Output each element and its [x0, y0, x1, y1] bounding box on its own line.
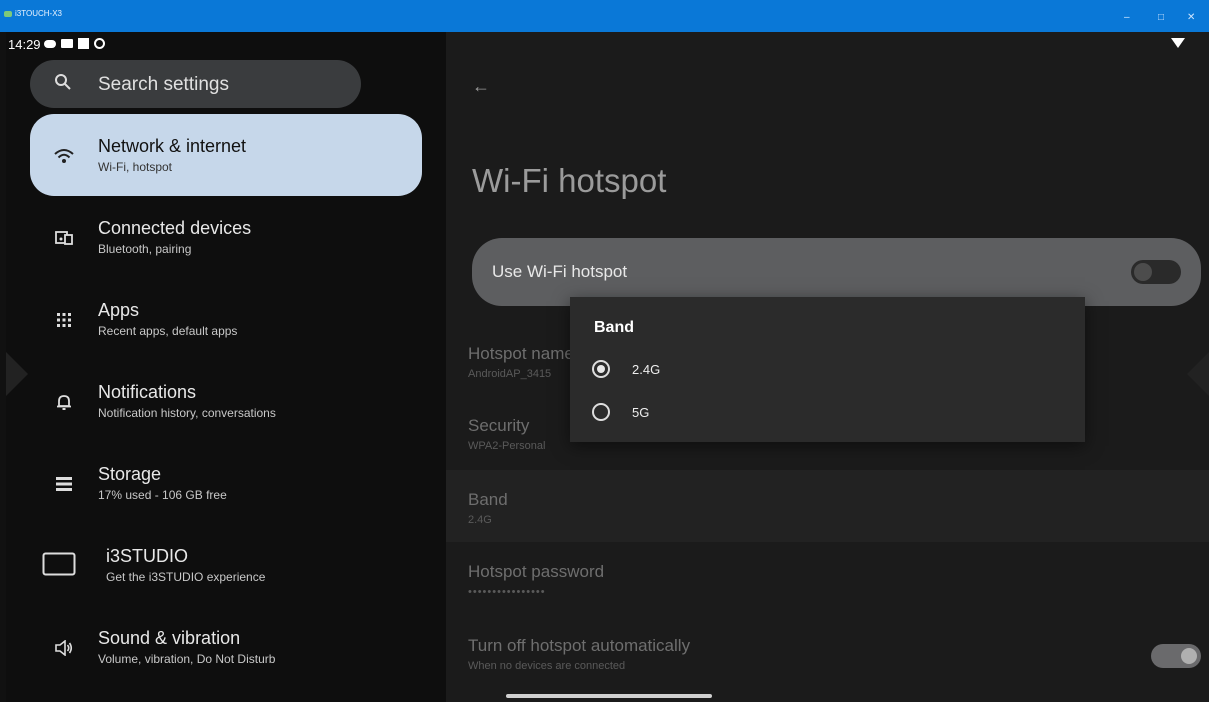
sidebar-item-subtitle: Wi-Fi, hotspot: [98, 160, 173, 174]
sidebar-item-network[interactable]: Network & internet Wi-Fi, hotspot: [30, 114, 422, 196]
right-edge-handle[interactable]: [1187, 352, 1209, 396]
radio-selected-icon[interactable]: [592, 360, 610, 378]
hotspot-password-title: Hotspot password: [468, 562, 605, 581]
search-bar[interactable]: Search settings: [30, 60, 361, 108]
page-title: Wi-Fi hotspot: [472, 162, 667, 199]
sidebar-item-subtitle: Bluetooth, pairing: [98, 242, 192, 256]
band-value: 2.4G: [468, 514, 492, 526]
devices-icon: [52, 226, 76, 250]
apps-grid-icon: [52, 308, 76, 332]
sidebar-item-subtitle: 17% used - 106 GB free: [98, 488, 227, 502]
band-option-2-4g[interactable]: 2.4G: [592, 360, 660, 378]
speaker-icon: [52, 636, 76, 660]
hotspot-password-value: ••••••••••••••••: [468, 586, 546, 598]
dvr-icon: [61, 39, 73, 48]
sidebar-item-title: Storage: [98, 464, 162, 484]
use-hotspot-label: Use Wi-Fi hotspot: [492, 262, 628, 281]
sidebar-item-subtitle: Notification history, conversations: [98, 406, 276, 420]
device-screen: Search settings Network & internet Wi-Fi…: [6, 32, 1209, 702]
band-dialog: Band 2.4G 5G: [570, 297, 1085, 442]
status-time: 14:29: [8, 37, 41, 52]
sidebar-item-subtitle: Recent apps, default apps: [98, 324, 238, 338]
minimize-button[interactable]: –: [1124, 12, 1130, 23]
square-icon: [78, 38, 89, 49]
search-placeholder: Search settings: [98, 74, 229, 95]
search-icon: [54, 73, 72, 96]
close-button[interactable]: ✕: [1187, 12, 1195, 23]
wifi-status-icon: [1171, 38, 1185, 48]
auto-off-toggle[interactable]: [1151, 644, 1201, 668]
use-hotspot-card[interactable]: Use Wi-Fi hotspot: [472, 238, 1201, 306]
band-title: Band: [468, 490, 508, 509]
sidebar-item-title: Network & internet: [98, 136, 247, 156]
auto-off-subtitle: When no devices are connected: [468, 660, 626, 672]
security-value: WPA2-Personal: [468, 440, 546, 452]
auto-off-title: Turn off hotspot automatically: [468, 636, 691, 655]
sidebar-item-title: Connected devices: [98, 218, 252, 238]
cloud-icon: [44, 39, 56, 48]
storage-icon: [52, 472, 76, 496]
sidebar-item-subtitle: Get the i3STUDIO experience: [106, 570, 266, 584]
left-edge-handle[interactable]: [6, 352, 28, 396]
security-title: Security: [468, 416, 530, 435]
sidebar-item-title: i3STUDIO: [106, 546, 189, 566]
auto-off-row[interactable]: Turn off hotspot automatically When no d…: [446, 618, 1209, 688]
toggle-knob: [1134, 263, 1152, 281]
option-label: 2.4G: [632, 361, 661, 377]
monitor-icon: [42, 552, 76, 576]
toggle-knob: [1181, 648, 1197, 664]
status-bar: 14:29: [6, 32, 1209, 56]
option-label: 5G: [632, 404, 650, 420]
radio-unselected-icon[interactable]: [592, 403, 610, 421]
sidebar-item-title: Sound & vibration: [98, 628, 241, 648]
bell-icon: [52, 390, 76, 414]
gear-icon: [94, 38, 105, 49]
dialog-title: Band: [594, 319, 634, 336]
sidebar-item-title: Apps: [98, 300, 140, 320]
hotspot-password-row[interactable]: Hotspot password ••••••••••••••••: [446, 544, 1209, 618]
band-option-5g[interactable]: 5G: [592, 403, 649, 421]
band-row[interactable]: Band 2.4G: [446, 470, 1209, 542]
sidebar-item-title: Notifications: [98, 382, 197, 402]
gesture-home-bar[interactable]: [506, 694, 712, 698]
sidebar-item-connected-devices[interactable]: Connected devices Bluetooth, pairing: [30, 196, 422, 278]
back-arrow-icon[interactable]: ←: [472, 76, 490, 97]
wifi-icon: [52, 144, 76, 168]
window-titlebar: i3TOUCH-X3 – □ ✕: [0, 0, 1209, 32]
app-title-text: i3TOUCH-X3: [15, 9, 62, 18]
sidebar-item-apps[interactable]: Apps Recent apps, default apps: [30, 278, 422, 360]
settings-sidebar: Search settings Network & internet Wi-Fi…: [6, 32, 446, 702]
app-title: i3TOUCH-X3: [4, 9, 62, 18]
hotspot-name-value: AndroidAP_3415: [468, 368, 552, 380]
use-hotspot-toggle[interactable]: [1131, 260, 1181, 284]
maximize-button[interactable]: □: [1158, 12, 1164, 23]
sidebar-item-sound[interactable]: Sound & vibration Volume, vibration, Do …: [30, 606, 422, 688]
app-icon: [4, 10, 12, 17]
sidebar-item-subtitle: Volume, vibration, Do Not Disturb: [98, 652, 276, 666]
hotspot-name-title: Hotspot name: [468, 344, 574, 363]
sidebar-item-notifications[interactable]: Notifications Notification history, conv…: [30, 360, 422, 442]
sidebar-item-i3studio[interactable]: i3STUDIO Get the i3STUDIO experience: [30, 524, 422, 606]
sidebar-item-storage[interactable]: Storage 17% used - 106 GB free: [30, 442, 422, 524]
